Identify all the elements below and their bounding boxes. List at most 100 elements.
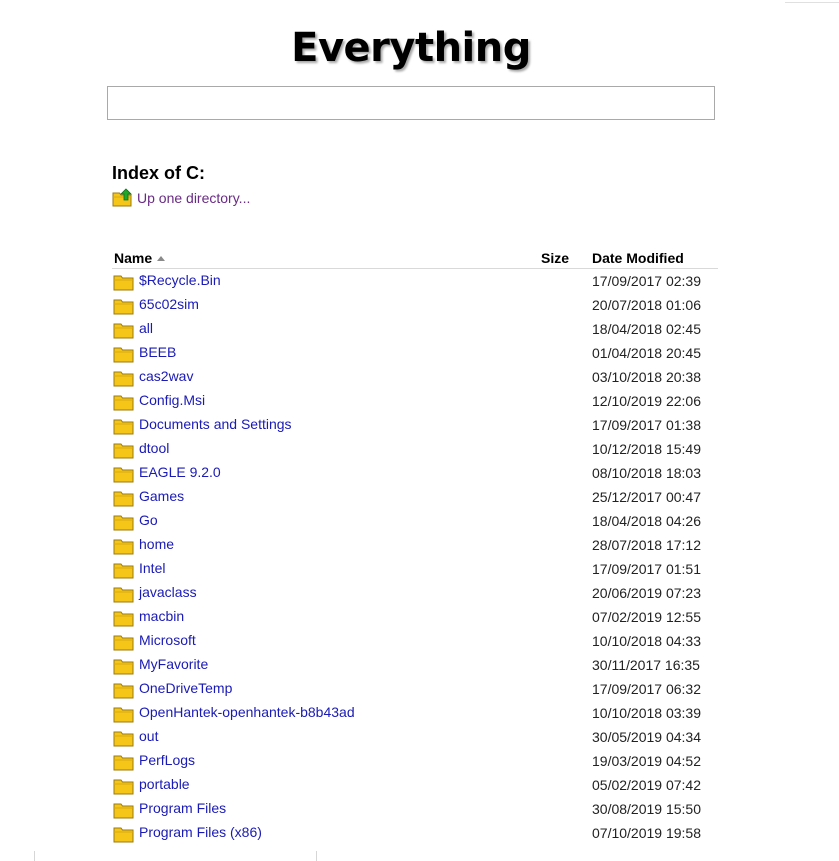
date-modified: 07/02/2019 12:55 <box>592 609 701 625</box>
date-modified: 17/09/2017 06:32 <box>592 681 701 697</box>
folder-icon <box>113 609 134 627</box>
folder-link[interactable]: home <box>139 536 174 552</box>
table-row: Intel 17/09/2017 01:51 <box>112 557 718 581</box>
folder-link[interactable]: all <box>139 320 153 336</box>
folder-icon <box>113 633 134 651</box>
folder-icon <box>113 537 134 555</box>
folder-icon <box>113 513 134 531</box>
folder-icon <box>113 825 134 843</box>
date-modified: 18/04/2018 04:26 <box>592 513 701 529</box>
folder-link[interactable]: PerfLogs <box>139 752 195 768</box>
folder-icon <box>113 777 134 795</box>
folder-icon <box>113 297 134 315</box>
index-title: Index of C: <box>112 163 205 183</box>
folder-icon <box>113 681 134 699</box>
table-row: 65c02sim 20/07/2018 01:06 <box>112 293 718 317</box>
folder-icon <box>113 465 134 483</box>
folder-link[interactable]: $Recycle.Bin <box>139 272 221 288</box>
folder-link[interactable]: Config.Msi <box>139 392 205 408</box>
table-row: Microsoft 10/10/2018 04:33 <box>112 629 718 653</box>
date-modified: 30/08/2019 15:50 <box>592 801 701 817</box>
folder-link[interactable]: EAGLE 9.2.0 <box>139 464 221 480</box>
table-body: $Recycle.Bin 17/09/2017 02:39 65c02sim 20/0… <box>112 269 718 845</box>
table-row: OpenHantek-openhantek-b8b43ad 10/10/2018 … <box>112 701 718 725</box>
folder-icon <box>113 441 134 459</box>
date-modified: 28/07/2018 17:12 <box>592 537 701 553</box>
date-modified: 10/10/2018 04:33 <box>592 633 701 649</box>
folder-link[interactable]: Documents and Settings <box>139 416 292 432</box>
date-modified: 08/10/2018 18:03 <box>592 465 701 481</box>
folder-link[interactable]: OneDriveTemp <box>139 680 232 696</box>
folder-link[interactable]: dtool <box>139 440 169 456</box>
folder-link[interactable]: macbin <box>139 608 184 624</box>
folder-up-icon <box>112 188 133 208</box>
search-input[interactable] <box>107 86 715 120</box>
folder-icon <box>113 801 134 819</box>
folder-link[interactable]: MyFavorite <box>139 656 208 672</box>
window-edge <box>785 0 839 3</box>
table-row: macbin 07/02/2019 12:55 <box>112 605 718 629</box>
date-modified: 19/03/2019 04:52 <box>592 753 701 769</box>
column-header-date-modified[interactable]: Date Modified <box>592 250 684 266</box>
folder-icon <box>113 561 134 579</box>
status-divider <box>34 851 35 861</box>
column-header-size[interactable]: Size <box>541 250 569 266</box>
table-row: MyFavorite 30/11/2017 16:35 <box>112 653 718 677</box>
folder-icon <box>113 273 134 291</box>
folder-link[interactable]: OpenHantek-openhantek-b8b43ad <box>139 704 355 720</box>
table-row: Documents and Settings 17/09/2017 01:38 <box>112 413 718 437</box>
folder-link[interactable]: out <box>139 728 158 744</box>
table-row: all 18/04/2018 02:45 <box>112 317 718 341</box>
everything-logo: Everything <box>291 25 531 71</box>
date-modified: 01/04/2018 20:45 <box>592 345 701 361</box>
folder-icon <box>113 393 134 411</box>
date-modified: 25/12/2017 00:47 <box>592 489 701 505</box>
table-row: Go 18/04/2018 04:26 <box>112 509 718 533</box>
folder-link[interactable]: 65c02sim <box>139 296 199 312</box>
table-row: Games 25/12/2017 00:47 <box>112 485 718 509</box>
table-row: home 28/07/2018 17:12 <box>112 533 718 557</box>
date-modified: 03/10/2018 20:38 <box>592 369 701 385</box>
table-row: $Recycle.Bin 17/09/2017 02:39 <box>112 269 718 293</box>
folder-icon <box>113 321 134 339</box>
folder-icon <box>113 369 134 387</box>
folder-icon <box>113 657 134 675</box>
date-modified: 20/07/2018 01:06 <box>592 297 701 313</box>
folder-icon <box>113 753 134 771</box>
date-modified: 17/09/2017 01:51 <box>592 561 701 577</box>
folder-icon <box>113 705 134 723</box>
folder-link[interactable]: Microsoft <box>139 632 196 648</box>
date-modified: 17/09/2017 02:39 <box>592 273 701 289</box>
table-row: out 30/05/2019 04:34 <box>112 725 718 749</box>
status-divider <box>316 851 317 861</box>
table-row: portable 05/02/2019 07:42 <box>112 773 718 797</box>
folder-link[interactable]: Go <box>139 512 158 528</box>
date-modified: 30/11/2017 16:35 <box>592 657 700 673</box>
folder-icon <box>113 729 134 747</box>
table-row: OneDriveTemp 17/09/2017 06:32 <box>112 677 718 701</box>
folder-link[interactable]: Games <box>139 488 184 504</box>
folder-link[interactable]: Program Files (x86) <box>139 824 262 840</box>
table-row: Config.Msi 12/10/2019 22:06 <box>112 389 718 413</box>
date-modified: 18/04/2018 02:45 <box>592 321 701 337</box>
table-row: dtool 10/12/2018 15:49 <box>112 437 718 461</box>
column-header-name[interactable]: Name <box>114 250 166 266</box>
folder-icon <box>113 489 134 507</box>
table-row: BEEB 01/04/2018 20:45 <box>112 341 718 365</box>
folder-icon <box>113 585 134 603</box>
folder-link[interactable]: BEEB <box>139 344 176 360</box>
up-one-directory-label: Up one directory... <box>137 190 251 206</box>
folder-link[interactable]: cas2wav <box>139 368 193 384</box>
folder-link[interactable]: portable <box>139 776 190 792</box>
up-one-directory-link[interactable]: Up one directory... <box>112 188 250 208</box>
date-modified: 10/10/2018 03:39 <box>592 705 701 721</box>
date-modified: 20/06/2019 07:23 <box>592 585 701 601</box>
column-header-name-label: Name <box>114 250 153 266</box>
folder-icon <box>113 417 134 435</box>
folder-link[interactable]: javaclass <box>139 584 197 600</box>
date-modified: 07/10/2019 19:58 <box>592 825 701 841</box>
date-modified: 10/12/2018 15:49 <box>592 441 701 457</box>
folder-link[interactable]: Program Files <box>139 800 226 816</box>
folder-link[interactable]: Intel <box>139 560 165 576</box>
table-row: cas2wav 03/10/2018 20:38 <box>112 365 718 389</box>
